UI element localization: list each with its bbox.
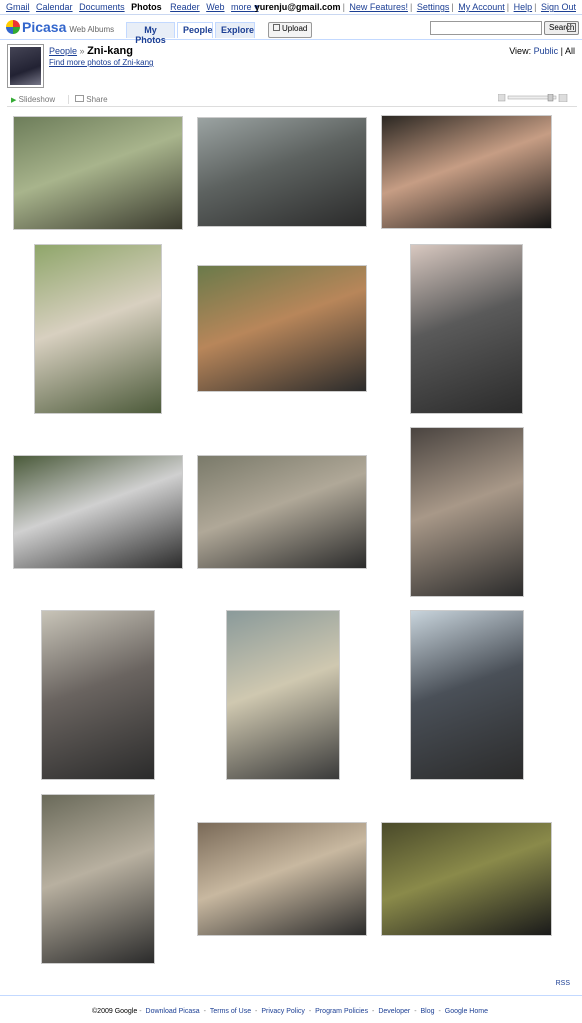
rss-link[interactable]: RSS xyxy=(556,980,570,987)
my-account-link[interactable]: My Account xyxy=(458,2,505,12)
gbar-links: Gmail Calendar Documents Photos Reader W… xyxy=(6,2,259,13)
photo-thumbnail[interactable] xyxy=(41,610,155,780)
action-toolbar: ▶ Slideshow Share xyxy=(7,93,577,107)
zoom-slider[interactable] xyxy=(498,94,568,102)
view-all: All xyxy=(564,46,575,56)
menu-icon[interactable] xyxy=(567,23,576,32)
gbar-link-gmail[interactable]: Gmail xyxy=(6,2,30,12)
photo-thumbnail[interactable] xyxy=(13,455,183,569)
slideshow-label: Slideshow xyxy=(18,95,56,104)
google-bar: Gmail Calendar Documents Photos Reader W… xyxy=(0,0,582,15)
footer: ©2009 Google - Download Picasa - Terms o… xyxy=(92,1008,488,1015)
mail-icon xyxy=(75,95,84,102)
tab-explore[interactable]: Explore xyxy=(215,22,255,38)
footer-link-terms[interactable]: Terms of Use xyxy=(210,1008,251,1015)
gbar-link-documents[interactable]: Documents xyxy=(79,2,125,12)
tab-people[interactable]: People xyxy=(177,22,213,38)
upload-button[interactable]: Upload xyxy=(268,22,313,38)
footer-link-blog[interactable]: Blog xyxy=(421,1008,435,1015)
gbar-current-photos: Photos xyxy=(131,2,162,12)
photo-thumbnail[interactable] xyxy=(34,244,162,414)
photo-thumbnail[interactable] xyxy=(410,244,523,414)
footer-link-google-home[interactable]: Google Home xyxy=(445,1008,488,1015)
view-separator: | xyxy=(560,46,563,56)
picasa-logo-subtitle: Web Albums xyxy=(69,25,115,34)
user-email: yurenju@gmail.com xyxy=(254,2,341,12)
photo-thumbnail[interactable] xyxy=(381,115,552,229)
picasa-logo-icon xyxy=(6,20,20,34)
photo-thumbnail[interactable] xyxy=(410,610,524,780)
person-name: Zni-kang xyxy=(87,45,133,57)
photo-thumbnail[interactable] xyxy=(197,455,367,569)
footer-link-policies[interactable]: Program Policies xyxy=(315,1008,368,1015)
share-button[interactable]: Share xyxy=(68,95,108,104)
view-label: View: xyxy=(509,46,532,56)
new-features-link[interactable]: New Features! xyxy=(349,2,408,12)
play-icon: ▶ xyxy=(11,97,17,104)
share-label: Share xyxy=(86,95,108,104)
sign-out-link[interactable]: Sign Out xyxy=(541,2,576,12)
picasa-logo-text: Picasa xyxy=(22,19,67,35)
photo-thumbnail[interactable] xyxy=(197,265,367,392)
photo-thumbnail[interactable] xyxy=(226,610,340,780)
breadcrumb: People » Zni-kang xyxy=(49,45,133,57)
photo-thumbnail[interactable] xyxy=(41,794,155,964)
gbar-account: yurenju@gmail.com | New Features! | Settin… xyxy=(254,2,576,12)
photo-thumbnail[interactable] xyxy=(410,427,524,597)
gbar-link-calendar[interactable]: Calendar xyxy=(36,2,73,12)
tab-my-photos[interactable]: My Photos xyxy=(126,22,175,45)
settings-link[interactable]: Settings xyxy=(417,2,450,12)
upload-label: Upload xyxy=(282,24,308,33)
photo-thumbnail[interactable] xyxy=(197,822,367,936)
find-more: Find more photos of Zni-kang xyxy=(49,58,154,67)
gbar-link-reader[interactable]: Reader xyxy=(170,2,200,12)
view-filter: View: Public | All xyxy=(509,46,575,56)
photo-thumbnail[interactable] xyxy=(197,117,367,227)
footer-divider xyxy=(0,995,582,996)
gbar-link-web[interactable]: Web xyxy=(206,2,224,12)
search-input[interactable] xyxy=(430,21,542,35)
picasa-header: Picasa Web Albums My Photos People Explor… xyxy=(0,15,582,45)
view-public-link[interactable]: Public xyxy=(534,46,559,56)
slideshow-button[interactable]: ▶ Slideshow xyxy=(11,95,55,104)
breadcrumb-separator: » xyxy=(79,46,85,56)
upload-icon xyxy=(273,24,280,31)
find-more-link[interactable]: Find more photos of Zni-kang xyxy=(49,58,154,67)
help-link[interactable]: Help xyxy=(514,2,533,12)
rss-link-container: RSS xyxy=(556,980,570,987)
avatar xyxy=(10,47,41,85)
footer-link-download[interactable]: Download Picasa xyxy=(146,1008,200,1015)
copyright: ©2009 Google xyxy=(92,1008,138,1015)
profile-thumbnail[interactable] xyxy=(7,44,44,88)
photo-thumbnail[interactable] xyxy=(13,116,183,230)
photo-thumbnail[interactable] xyxy=(381,822,552,936)
footer-link-privacy[interactable]: Privacy Policy xyxy=(261,1008,305,1015)
picasa-logo[interactable]: Picasa Web Albums xyxy=(6,19,114,35)
breadcrumb-people[interactable]: People xyxy=(49,46,77,56)
footer-link-developer[interactable]: Developer xyxy=(378,1008,410,1015)
